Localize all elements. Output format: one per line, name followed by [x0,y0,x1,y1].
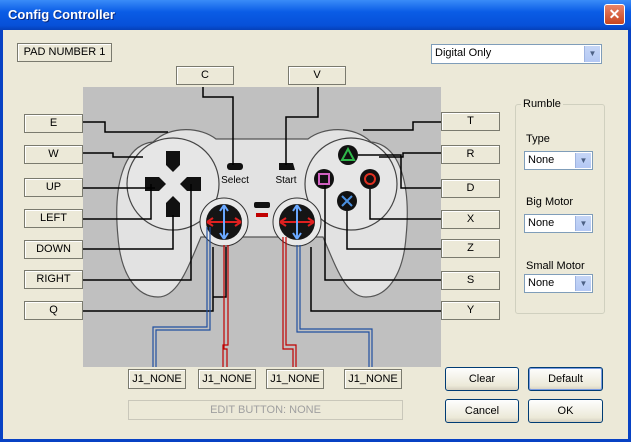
chevron-down-icon[interactable]: ▼ [575,276,591,291]
type-select[interactable]: None ▼ [524,151,593,170]
button-e-label[interactable]: E [24,114,83,133]
controller-image: Select Start [83,87,441,367]
button-right-label[interactable]: RIGHT [24,270,83,289]
button-up-label[interactable]: UP [24,178,83,197]
start-text: Start [275,175,296,186]
close-button[interactable]: ✕ [604,4,625,25]
small-motor-select[interactable]: None ▼ [524,274,593,293]
button-v-label[interactable]: V [288,66,346,85]
title-bar[interactable]: Config Controller ✕ [0,0,631,30]
chevron-down-icon[interactable]: ▼ [584,46,600,62]
button-q-label[interactable]: Q [24,301,83,320]
mode-select[interactable]: Digital Only ▼ [431,44,602,64]
button-r-label[interactable]: R [441,145,500,164]
right-stick [272,197,322,247]
controller-svg: Select Start [83,87,441,367]
button-x-label[interactable]: X [441,210,500,229]
chevron-down-icon[interactable]: ▼ [575,153,591,168]
circle-button [360,169,380,189]
big-motor-select[interactable]: None ▼ [524,214,593,233]
button-s-label[interactable]: S [441,271,500,290]
type-value: None [528,154,555,166]
small-motor-label: Small Motor [526,260,585,272]
clear-button[interactable]: Clear [445,367,519,391]
square-button [314,169,334,189]
analog-label-2[interactable]: J1_NONE [198,369,256,389]
window-title: Config Controller [8,7,115,22]
button-z-label[interactable]: Z [441,239,500,258]
mode-select-value: Digital Only [435,47,492,59]
button-t-label[interactable]: T [441,112,500,131]
chevron-down-icon[interactable]: ▼ [575,216,591,231]
type-label: Type [526,133,550,145]
big-motor-label: Big Motor [526,196,574,208]
button-d-label[interactable]: D [441,179,500,198]
button-c-label[interactable]: C [176,66,234,85]
pad-number-label: PAD NUMBER 1 [17,43,112,62]
big-motor-value: None [528,217,555,229]
button-y-label[interactable]: Y [441,301,500,320]
analog-label-3[interactable]: J1_NONE [266,369,324,389]
cancel-button[interactable]: Cancel [445,399,519,423]
select-text: Select [221,175,249,186]
button-left-label[interactable]: LEFT [24,209,83,228]
ok-button[interactable]: OK [528,399,603,423]
button-down-label[interactable]: DOWN [24,240,83,259]
analog-button [254,202,270,208]
analog-label-4[interactable]: J1_NONE [344,369,402,389]
analog-led [256,213,268,217]
start-button [279,163,295,170]
analog-label-1[interactable]: J1_NONE [128,369,186,389]
button-w-label[interactable]: W [24,145,83,164]
edit-status: EDIT BUTTON: NONE [128,400,403,420]
small-motor-value: None [528,277,555,289]
select-button [227,163,243,170]
default-button[interactable]: Default [528,367,603,391]
rumble-title: Rumble [521,98,563,110]
